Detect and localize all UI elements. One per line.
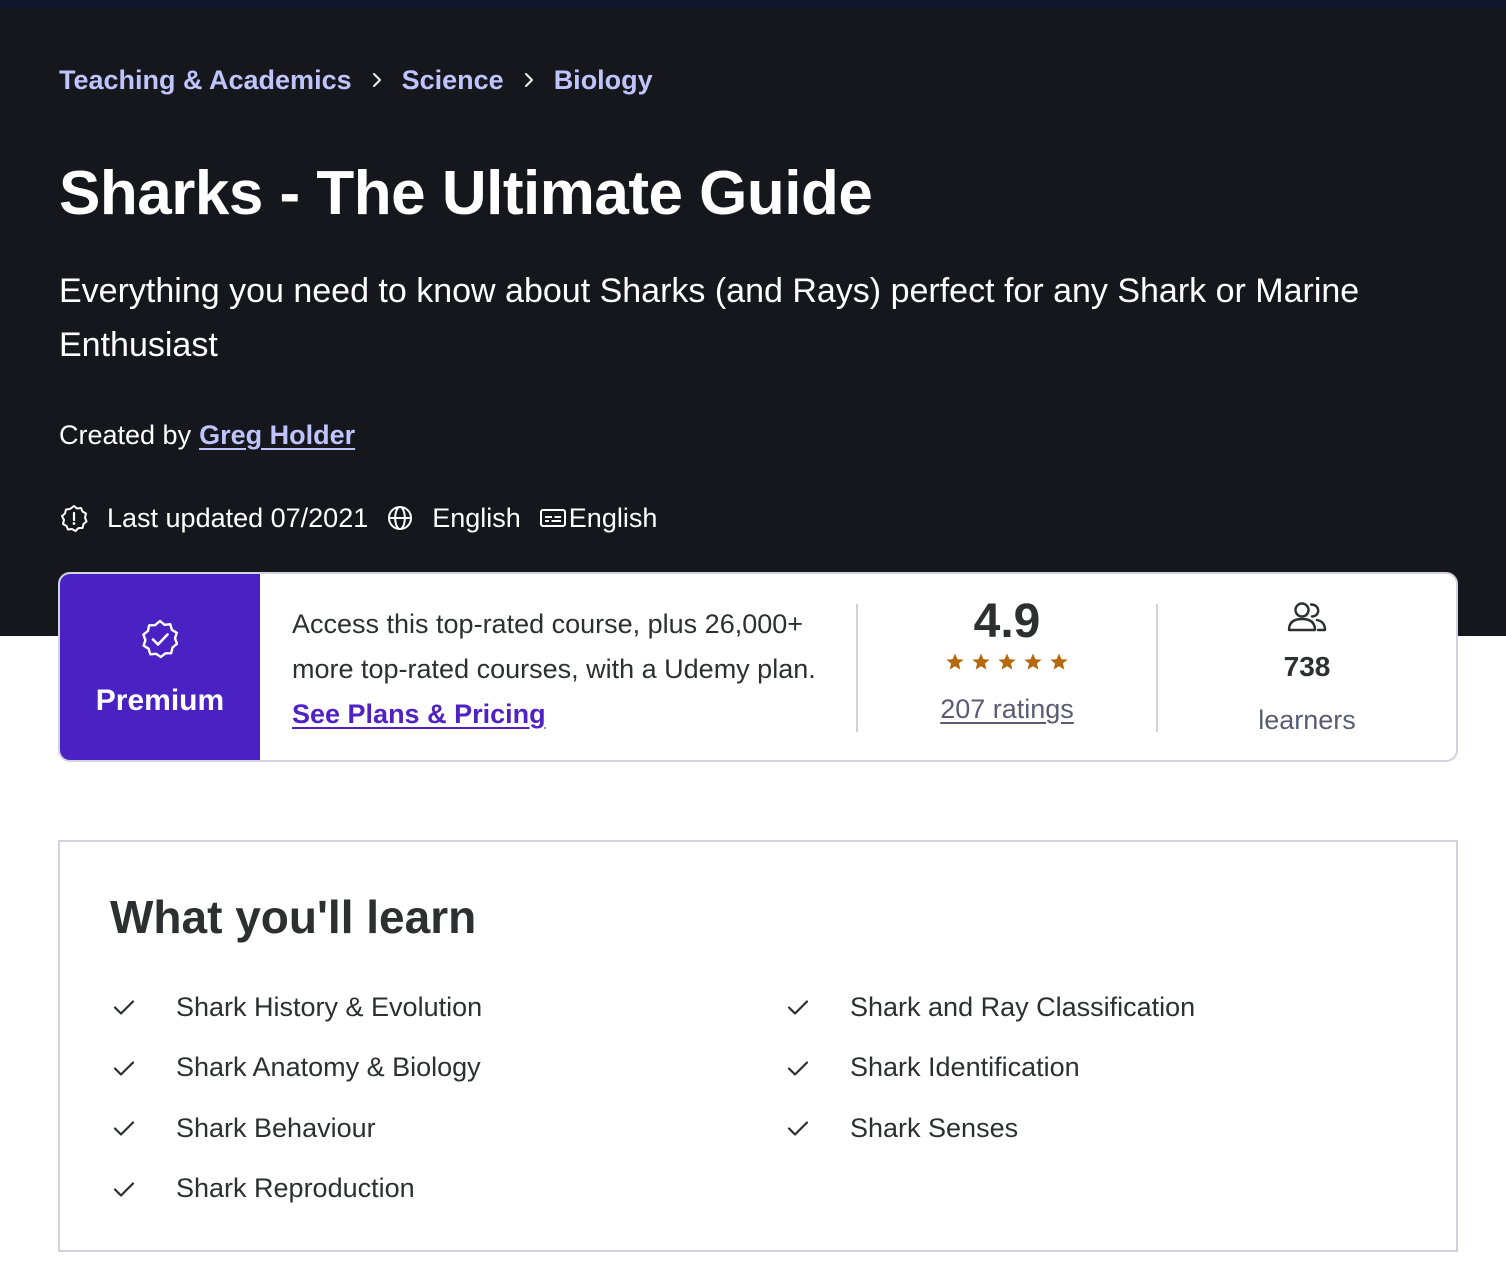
chevron-right-icon [504, 72, 554, 88]
created-by-label: Created by [59, 420, 192, 450]
learn-item-text: Shark Anatomy & Biology [176, 1052, 481, 1082]
course-subtitle: Everything you need to know about Sharks… [59, 272, 1360, 364]
plan-info: Access this top-rated course, plus 26,00… [260, 574, 856, 760]
learn-list-right: Shark and Ray Classification Shark Ident… [786, 987, 1195, 1169]
learners-count: 738 [1283, 651, 1331, 682]
ratings-count-link[interactable]: 207 ratings [940, 694, 1074, 725]
star-icon [972, 653, 990, 670]
learn-item-text: Shark Identification [850, 1052, 1080, 1082]
check-icon [786, 1056, 850, 1080]
plan-text: Access this top-rated course, plus 26,00… [292, 609, 816, 684]
chevron-right-icon [352, 72, 402, 88]
learn-item: Shark Identification [786, 1048, 1195, 1088]
premium-label: Premium [95, 683, 225, 717]
last-updated: Last updated 07/2021 [107, 502, 369, 533]
learn-item: Shark Behaviour [112, 1108, 482, 1148]
check-icon [112, 1177, 176, 1201]
breadcrumb: Teaching & Academics Science Biology [59, 60, 653, 100]
caption-language: English [568, 502, 658, 533]
rating-summary: 4.9 207 ratings [858, 574, 1156, 760]
check-icon [112, 1056, 176, 1080]
learn-item: Shark Senses [786, 1108, 1195, 1148]
breadcrumb-item-teaching-academics[interactable]: Teaching & Academics [59, 65, 352, 96]
breadcrumb-item-biology[interactable]: Biology [554, 65, 653, 96]
learn-item: Shark Anatomy & Biology [112, 1048, 482, 1088]
breadcrumb-item-science[interactable]: Science [402, 65, 504, 96]
course-stats-card: Premium Access this top-rated course, pl… [58, 572, 1458, 762]
created-by: Created by Greg Holder [59, 420, 355, 451]
star-icon [1050, 653, 1068, 670]
check-icon [786, 1116, 850, 1140]
course-language: English [432, 502, 521, 533]
learn-item: Shark History & Evolution [112, 987, 482, 1027]
learn-item: Shark Reproduction [112, 1169, 482, 1209]
learners-summary: 738 learners [1158, 574, 1456, 760]
section-title: What you'll learn [110, 891, 477, 943]
learn-item-text: Shark and Ray Classification [850, 991, 1196, 1022]
alert-badge-icon [59, 503, 89, 533]
course-title: Sharks - The Ultimate Guide [59, 159, 873, 228]
star-icon [998, 653, 1016, 670]
learn-item-text: Shark Reproduction [176, 1173, 415, 1203]
rating-value: 4.9 [973, 595, 1041, 648]
learners-label: learners [1258, 705, 1356, 735]
course-meta: Last updated 07/2021 English English [59, 497, 657, 539]
check-icon [786, 995, 850, 1019]
check-icon [112, 995, 176, 1019]
see-plans-pricing-link[interactable]: See Plans & Pricing [292, 699, 546, 729]
instructor-link[interactable]: Greg Holder [199, 420, 355, 450]
premium-badge: Premium [60, 574, 260, 760]
learn-list-left: Shark History & Evolution Shark Anatomy … [112, 987, 482, 1229]
top-strip [0, 0, 1506, 8]
globe-icon [386, 504, 414, 532]
users-icon [1285, 600, 1329, 639]
learn-item-text: Shark Behaviour [176, 1112, 376, 1143]
star-rating [945, 652, 1069, 672]
verified-badge-icon [138, 617, 182, 666]
star-icon [946, 653, 964, 670]
learn-item: Shark and Ray Classification [786, 987, 1195, 1027]
what-youll-learn-section: What you'll learn Shark History & Evolut… [58, 840, 1458, 1252]
check-icon [112, 1116, 176, 1140]
star-icon [1024, 653, 1042, 670]
learn-item-text: Shark Senses [850, 1112, 1019, 1143]
closed-captions-icon [539, 506, 567, 530]
learn-item-text: Shark History & Evolution [176, 991, 483, 1022]
